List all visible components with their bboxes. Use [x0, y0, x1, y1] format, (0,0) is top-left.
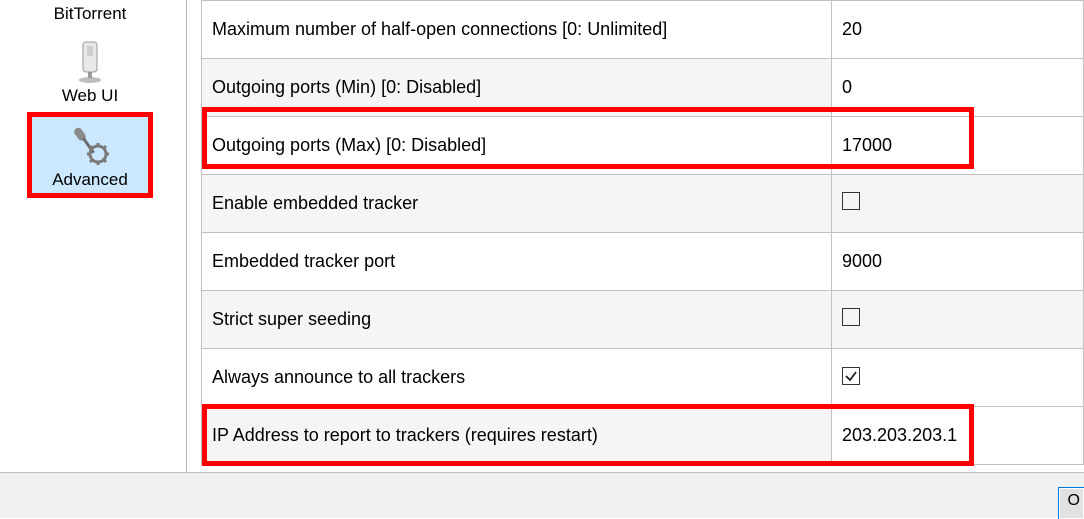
setting-label: Always announce to all trackers	[202, 349, 832, 407]
setting-value[interactable]	[832, 407, 1084, 465]
outgoing-max-input[interactable]	[842, 117, 1073, 174]
advanced-icon	[66, 122, 114, 170]
setting-row-half-open: Maximum number of half-open connections …	[202, 1, 1084, 59]
setting-label: Outgoing ports (Max) [0: Disabled]	[202, 117, 832, 175]
setting-label: Outgoing ports (Min) [0: Disabled]	[202, 59, 832, 117]
setting-row-outgoing-min: Outgoing ports (Min) [0: Disabled]	[202, 59, 1084, 117]
settings-table: Maximum number of half-open connections …	[201, 0, 1084, 465]
setting-label: Maximum number of half-open connections …	[202, 1, 832, 59]
setting-row-always-announce: Always announce to all trackers	[202, 349, 1084, 407]
sidebar-item-label: Advanced	[52, 170, 128, 190]
sidebar-item-label: Web UI	[62, 86, 118, 106]
setting-value[interactable]	[832, 117, 1084, 175]
dialog-footer: O	[0, 472, 1084, 518]
ok-button[interactable]: O	[1058, 487, 1084, 519]
setting-row-strict-super-seeding: Strict super seeding	[202, 291, 1084, 349]
always-announce-checkbox[interactable]	[842, 367, 860, 385]
settings-sidebar: BitTorrent Web UI	[0, 0, 180, 474]
check-icon	[844, 369, 858, 383]
setting-label: Embedded tracker port	[202, 233, 832, 291]
setting-value[interactable]	[832, 349, 1084, 407]
webui-icon	[77, 38, 103, 86]
setting-label: Enable embedded tracker	[202, 175, 832, 233]
embedded-tracker-checkbox[interactable]	[842, 192, 860, 210]
sidebar-item-label: BitTorrent	[54, 4, 127, 24]
outgoing-min-input[interactable]	[842, 59, 1073, 116]
setting-value[interactable]	[832, 59, 1084, 117]
setting-row-ip-report: IP Address to report to trackers (requir…	[202, 407, 1084, 465]
vertical-divider	[186, 0, 187, 474]
setting-value[interactable]	[832, 175, 1084, 233]
advanced-settings-panel: Maximum number of half-open connections …	[201, 0, 1084, 474]
setting-value[interactable]	[832, 1, 1084, 59]
embedded-tracker-port-input[interactable]	[842, 233, 1073, 290]
ip-report-input[interactable]	[842, 407, 1073, 464]
sidebar-item-advanced[interactable]: Advanced	[30, 115, 150, 195]
sidebar-item-bittorrent[interactable]: BitTorrent	[30, 4, 150, 28]
setting-row-embedded-tracker-port: Embedded tracker port	[202, 233, 1084, 291]
strict-super-seeding-checkbox[interactable]	[842, 308, 860, 326]
sidebar-item-webui[interactable]: Web UI	[30, 32, 150, 110]
setting-value[interactable]	[832, 291, 1084, 349]
setting-value[interactable]	[832, 233, 1084, 291]
setting-label: IP Address to report to trackers (requir…	[202, 407, 832, 465]
setting-row-outgoing-max: Outgoing ports (Max) [0: Disabled]	[202, 117, 1084, 175]
setting-label: Strict super seeding	[202, 291, 832, 349]
half-open-input[interactable]	[842, 1, 1073, 58]
setting-row-embedded-tracker: Enable embedded tracker	[202, 175, 1084, 233]
